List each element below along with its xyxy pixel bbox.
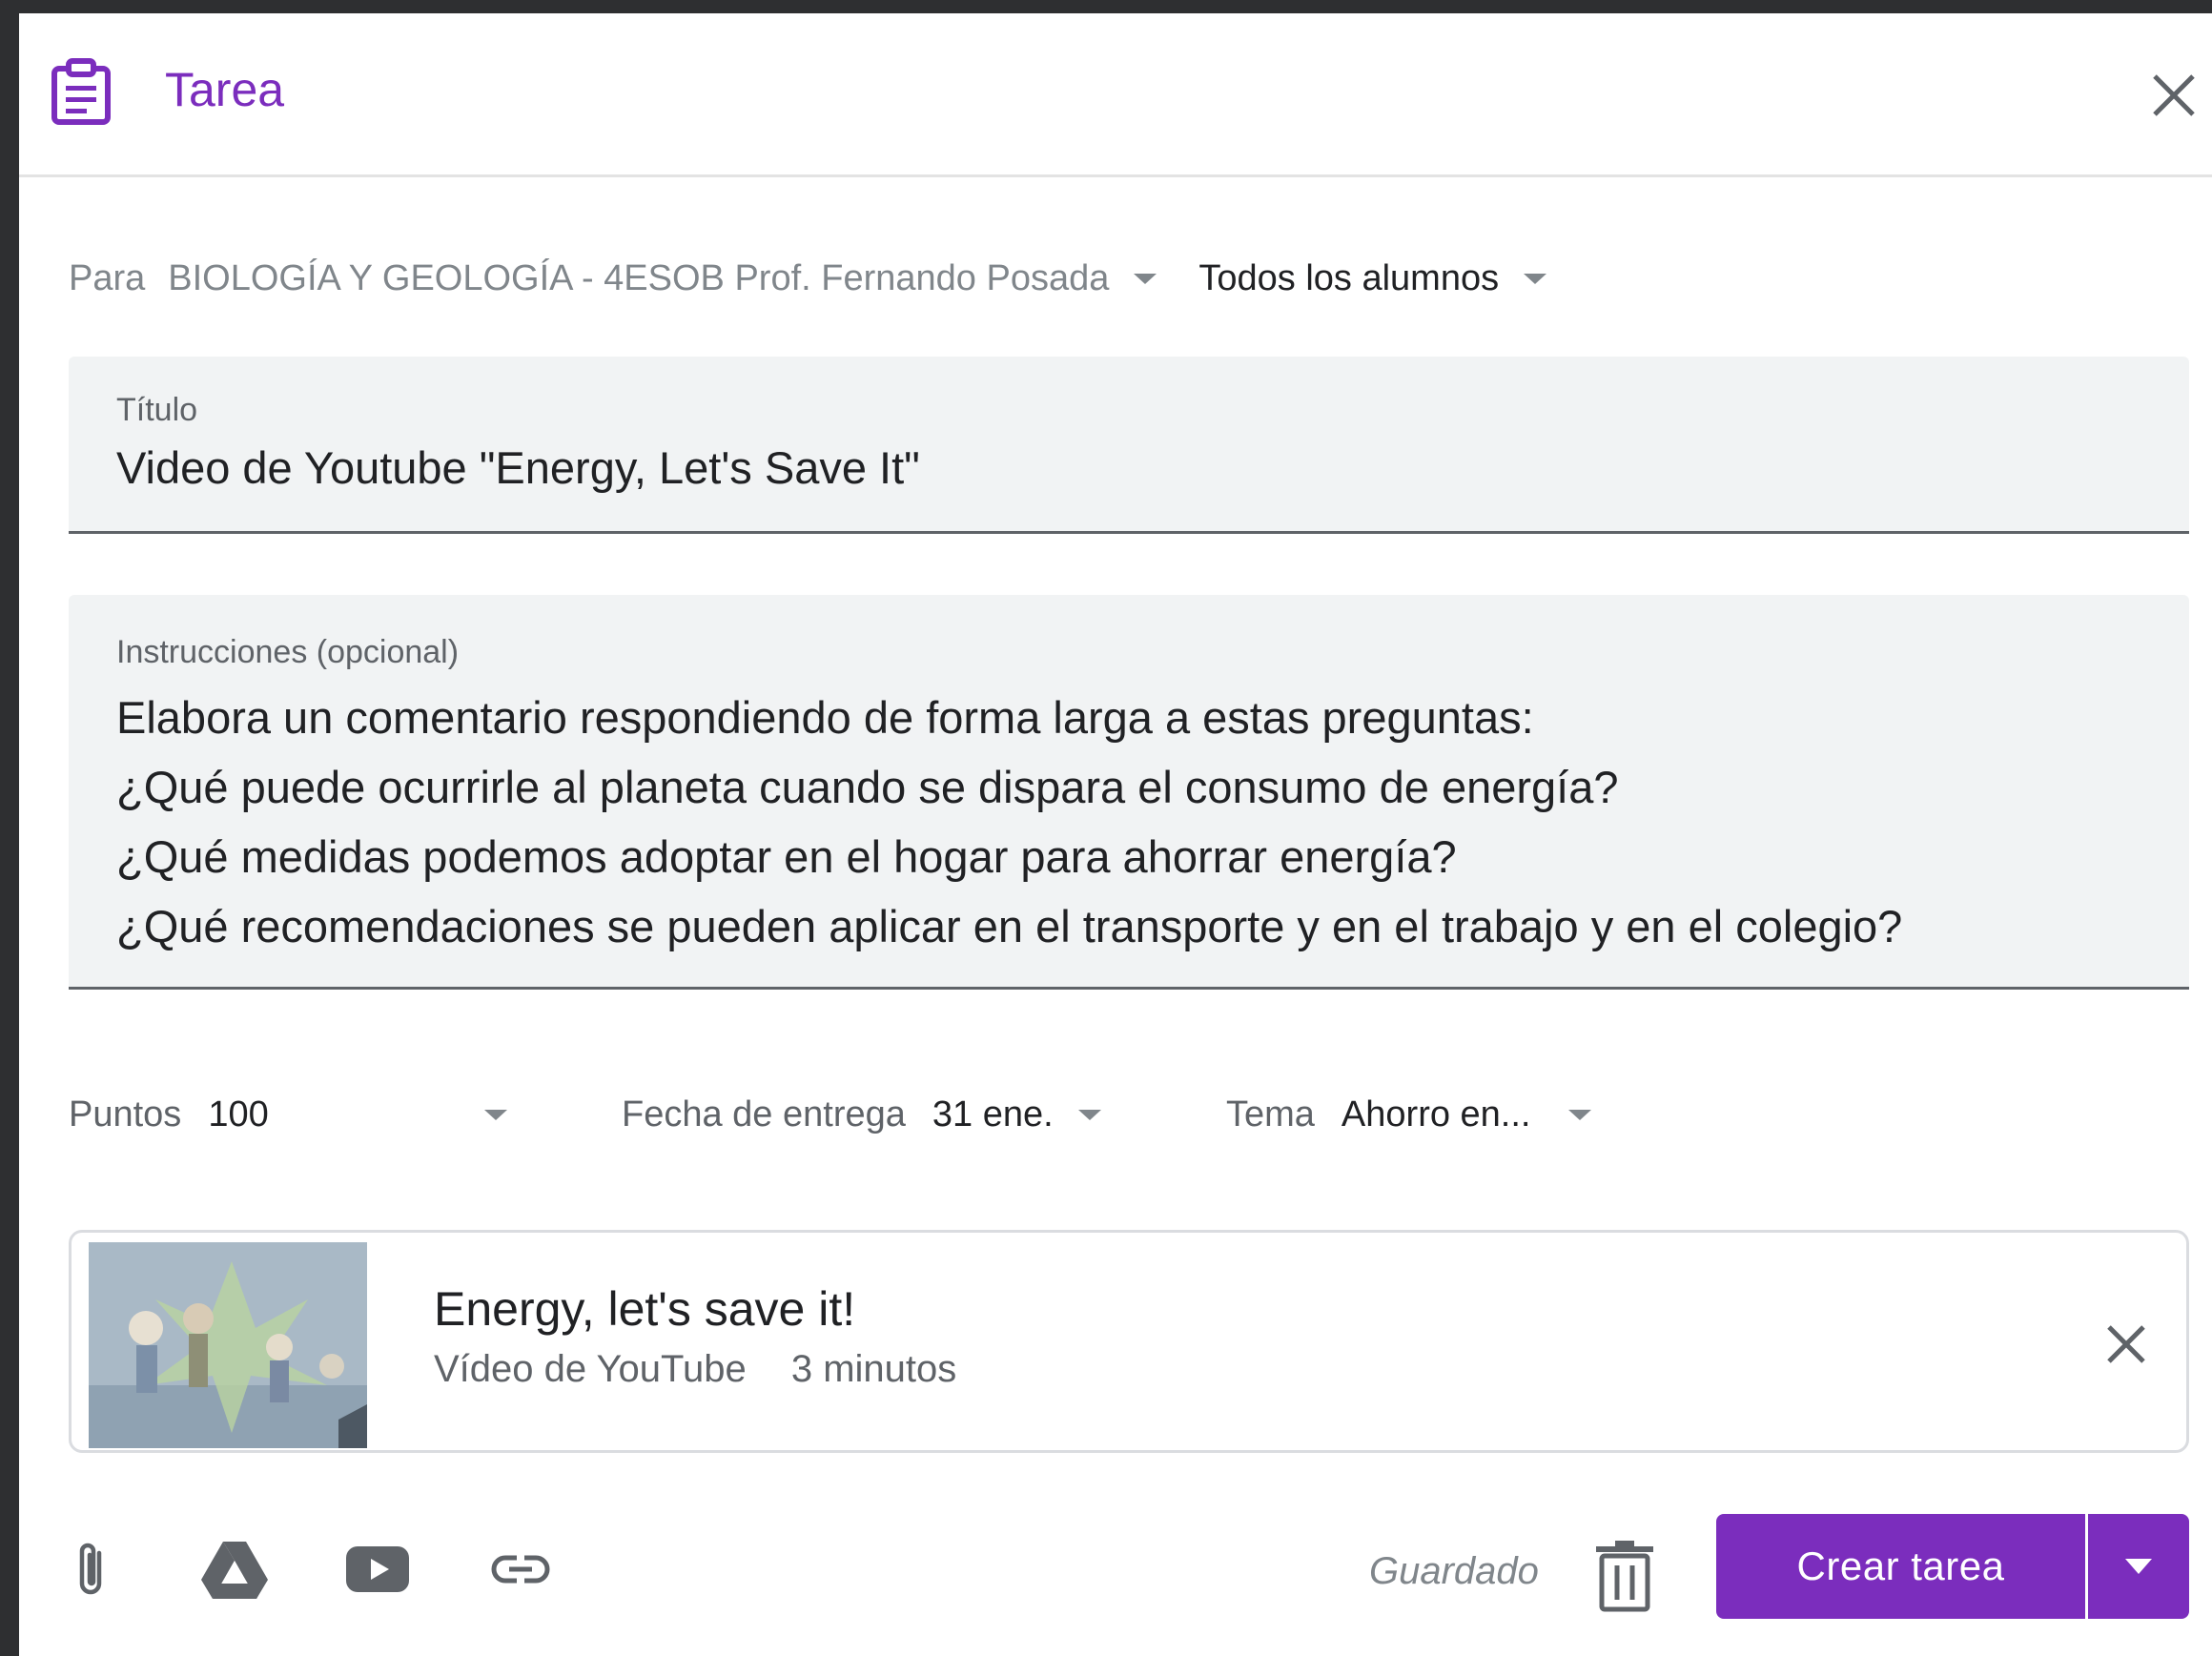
attachment-duration: 3 minutos: [790, 1348, 957, 1390]
topic-selector[interactable]: Tema Ahorro en...: [1226, 1081, 1592, 1148]
dialog-header: Tarea: [19, 13, 2212, 177]
attachment-meta: Vídeo de YouTube 3 minutos: [434, 1345, 956, 1393]
remove-attachment-button[interactable]: [2093, 1311, 2160, 1378]
attach-file-icon: [79, 1543, 102, 1595]
link-icon: [491, 1555, 550, 1584]
due-date-label: Fecha de entrega: [622, 1094, 906, 1135]
link-button[interactable]: [484, 1533, 557, 1605]
instructions-line: ¿Qué medidas podemos adoptar en el hogar…: [116, 831, 1457, 882]
title-field[interactable]: Título Video de Youtube "Energy, Let's S…: [69, 357, 2189, 534]
topic-label: Tema: [1226, 1094, 1315, 1135]
chevron-down-icon: [2125, 1559, 2152, 1574]
chevron-down-icon: [1134, 273, 1157, 284]
create-options-dropdown[interactable]: [2088, 1514, 2189, 1619]
saved-status: Guardado: [1369, 1550, 1539, 1592]
topic-value: Ahorro en...: [1341, 1094, 1531, 1135]
instructions-line: ¿Qué recomendaciones se pueden aplicar e…: [116, 901, 1903, 951]
trash-icon: [1596, 1541, 1653, 1612]
attach-file-button[interactable]: [55, 1533, 128, 1605]
course-selector[interactable]: BIOLOGÍA Y GEOLOGÍA - 4ESOB Prof. Fernan…: [168, 258, 1157, 299]
google-drive-icon: [201, 1542, 268, 1599]
dialog-title: Tarea: [165, 63, 285, 116]
chevron-down-icon: [1077, 1109, 1101, 1120]
youtube-button[interactable]: [341, 1533, 414, 1605]
chevron-down-icon: [1568, 1109, 1592, 1120]
settings-row: Puntos 100 Fecha de entrega 31 ene. Tema…: [69, 1081, 2189, 1148]
close-icon: [2107, 1325, 2145, 1363]
points-selector[interactable]: Puntos 100: [69, 1081, 507, 1148]
title-field-label: Título: [116, 392, 198, 428]
instructions-field-label: Instrucciones (opcional): [116, 634, 460, 670]
close-button[interactable]: [2136, 57, 2212, 133]
attachment-type: Vídeo de YouTube: [434, 1348, 747, 1390]
google-drive-button[interactable]: [198, 1533, 271, 1605]
students-value: Todos los alumnos: [1198, 257, 1500, 298]
points-value: 100: [208, 1094, 269, 1135]
instructions-line: ¿Qué puede ocurrirle al planeta cuando s…: [116, 762, 1619, 812]
assignment-icon: [51, 58, 111, 125]
delete-button[interactable]: [1590, 1539, 1659, 1615]
due-date-selector[interactable]: Fecha de entrega 31 ene.: [622, 1081, 1101, 1148]
attachment-title: Energy, let's save it!: [434, 1282, 856, 1336]
instructions-field[interactable]: Instrucciones (opcional) Elabora un come…: [69, 595, 2189, 990]
create-assignment-button[interactable]: Crear tarea: [1716, 1514, 2085, 1619]
chevron-down-icon: [1524, 273, 1547, 284]
youtube-icon: [346, 1546, 409, 1592]
points-label: Puntos: [69, 1094, 182, 1135]
instructions-text[interactable]: Elabora un comentario respondiendo de fo…: [116, 683, 1902, 961]
close-icon: [2153, 74, 2195, 116]
assignment-dialog: Tarea Para BIOLOGÍA Y GEOLOGÍA - 4ESOB P…: [19, 13, 2212, 1656]
video-thumbnail: [89, 1242, 367, 1448]
instructions-line: Elabora un comentario respondiendo de fo…: [116, 692, 1534, 743]
chevron-down-icon: [484, 1109, 507, 1120]
course-name: BIOLOGÍA Y GEOLOGÍA - 4ESOB Prof. Fernan…: [168, 257, 1110, 298]
para-label: Para: [69, 257, 146, 298]
due-date-value: 31 ene.: [932, 1094, 1054, 1135]
attachment-card[interactable]: Energy, let's save it! Vídeo de YouTube …: [69, 1230, 2189, 1453]
title-field-value[interactable]: Video de Youtube "Energy, Let's Save It": [116, 440, 920, 496]
audience-row: Para BIOLOGÍA Y GEOLOGÍA - 4ESOB Prof. F…: [69, 250, 1547, 307]
students-selector[interactable]: Todos los alumnos: [1198, 257, 1547, 299]
